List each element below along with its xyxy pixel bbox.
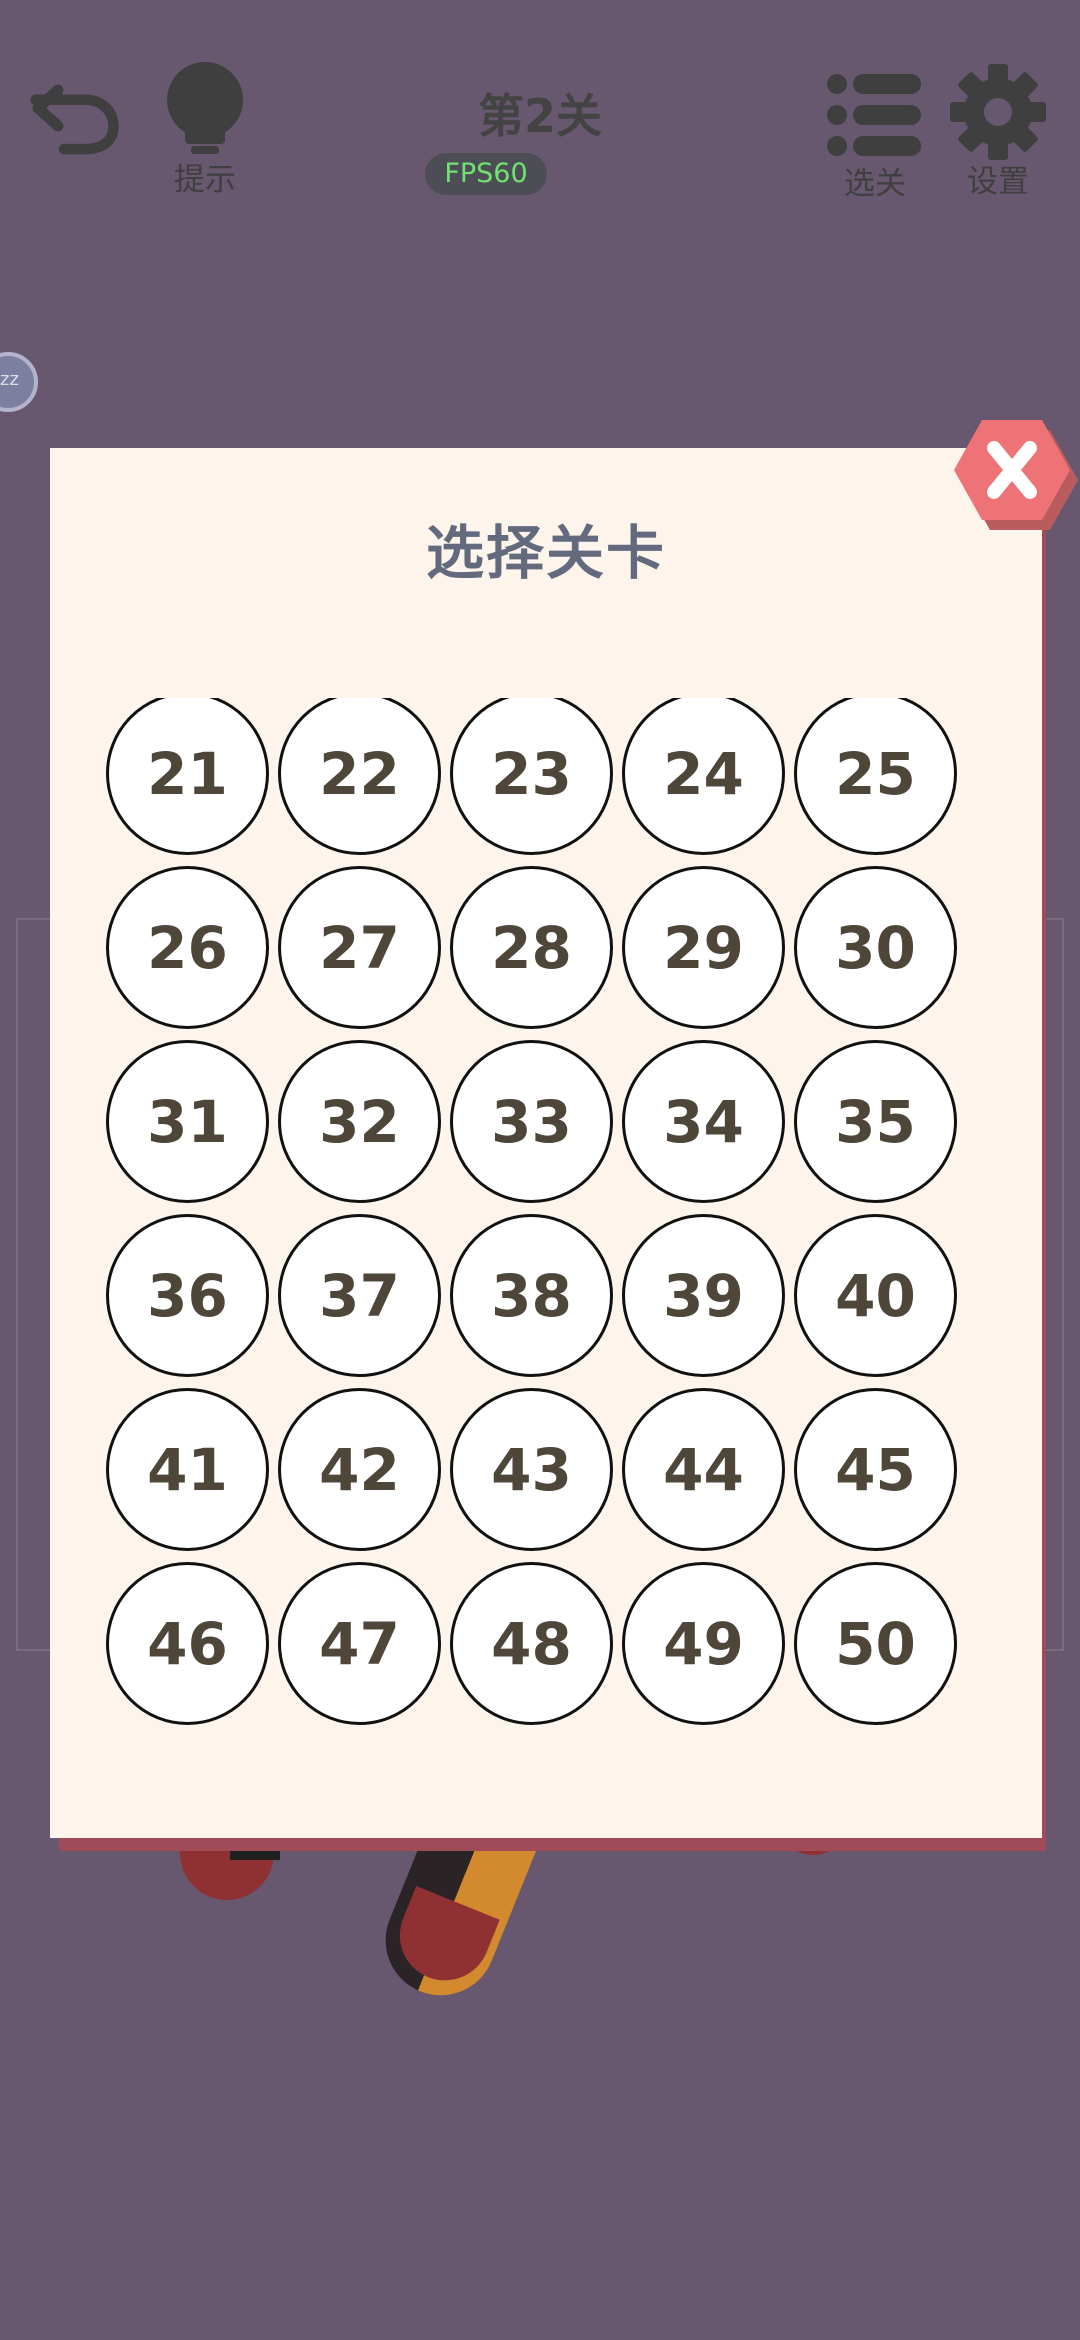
- level-button[interactable]: 27: [278, 866, 441, 1029]
- settings-button[interactable]: 设置: [948, 62, 1048, 200]
- hint-button[interactable]: 提示: [155, 58, 255, 198]
- level-button[interactable]: 46: [106, 1562, 269, 1725]
- level-button[interactable]: 31: [106, 1040, 269, 1203]
- gear-icon: [950, 64, 1046, 160]
- level-button[interactable]: 24: [622, 698, 785, 855]
- close-icon: [954, 420, 1078, 530]
- side-avatar[interactable]: zz: [0, 352, 38, 412]
- level-button[interactable]: 40: [794, 1214, 957, 1377]
- level-button[interactable]: 47: [278, 1562, 441, 1725]
- back-button[interactable]: [30, 62, 130, 162]
- level-button[interactable]: 32: [278, 1040, 441, 1203]
- level-button[interactable]: 43: [450, 1388, 613, 1551]
- level-button[interactable]: 50: [794, 1562, 957, 1725]
- level-button[interactable]: 36: [106, 1214, 269, 1377]
- level-button[interactable]: 42: [278, 1388, 441, 1551]
- level-button[interactable]: 45: [794, 1388, 957, 1551]
- level-button[interactable]: 29: [622, 866, 785, 1029]
- modal-title: 选择关卡: [425, 519, 666, 587]
- level-button[interactable]: 35: [794, 1040, 957, 1203]
- level-select-button[interactable]: 选关: [825, 70, 925, 202]
- level-button[interactable]: 48: [450, 1562, 613, 1725]
- level-select-label: 选关: [844, 166, 906, 202]
- level-button[interactable]: 22: [278, 698, 441, 855]
- level-grid[interactable]: 21 22 23 24 25 26 27 28 29 30 31 32 33 34 35 36 37 38 39 40…: [50, 698, 1042, 1778]
- level-title: 第2关: [477, 89, 602, 143]
- lightbulb-icon: [167, 62, 243, 154]
- level-button[interactable]: 34: [622, 1040, 785, 1203]
- level-button[interactable]: 26: [106, 866, 269, 1029]
- fps-badge: FPS60: [425, 153, 547, 195]
- level-button[interactable]: 39: [622, 1214, 785, 1377]
- level-button[interactable]: 21: [106, 698, 269, 855]
- level-button[interactable]: 25: [794, 698, 957, 855]
- level-button[interactable]: 49: [622, 1562, 785, 1725]
- level-button[interactable]: 44: [622, 1388, 785, 1551]
- level-button[interactable]: 37: [278, 1214, 441, 1377]
- list-icon: [827, 74, 921, 156]
- level-button[interactable]: 38: [450, 1214, 613, 1377]
- side-avatar-text: zz: [0, 369, 19, 390]
- level-button[interactable]: 28: [450, 866, 613, 1029]
- level-button[interactable]: 23: [450, 698, 613, 855]
- settings-label: 设置: [967, 164, 1029, 200]
- undo-icon: [30, 84, 119, 155]
- close-button[interactable]: [950, 418, 1078, 530]
- hint-label: 提示: [174, 162, 236, 198]
- level-button[interactable]: 33: [450, 1040, 613, 1203]
- level-button[interactable]: 41: [106, 1388, 269, 1551]
- level-button[interactable]: 30: [794, 866, 957, 1029]
